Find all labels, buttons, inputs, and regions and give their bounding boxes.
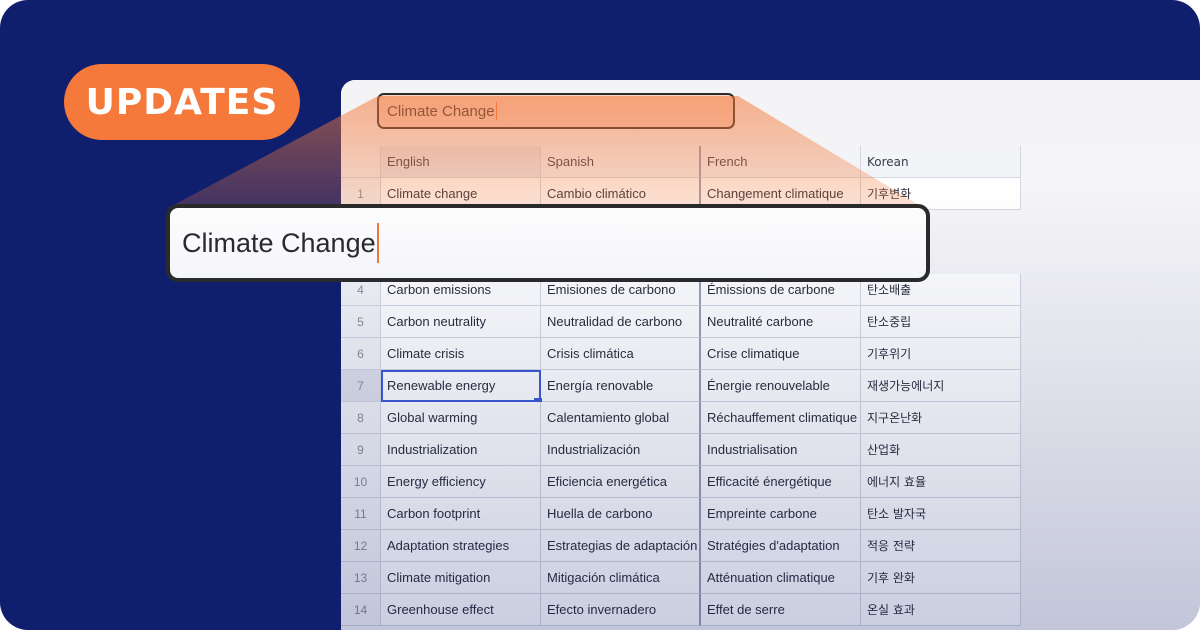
cell-korean[interactable]: 재생가능에너지 [861,370,1021,402]
cell-english[interactable]: Carbon footprint [381,498,541,530]
corner-cell[interactable] [341,146,381,178]
row-number-cell[interactable]: 9 [341,434,381,466]
column-header-korean[interactable]: Korean [861,146,1021,178]
row-number-cell[interactable]: 5 [341,306,381,338]
column-header-spanish[interactable]: Spanish [541,146,701,178]
cell-korean[interactable]: 지구온난화 [861,402,1021,434]
cell-spanish[interactable]: Eficiencia energética [541,466,701,498]
cell-korean[interactable]: 기후위기 [861,338,1021,370]
header-row: English Spanish French Korean [341,146,1021,178]
cell-french[interactable]: Industrialisation [701,434,861,466]
table-row: 10 Energy efficiency Eficiencia energética… [341,466,1021,498]
table-row: 5 Carbon neutrality Neutralidad de carbono… [341,306,1021,338]
spreadsheet-window: Climate Change English Spanish French Ko… [341,80,1200,630]
row-number-cell[interactable]: 7 [341,370,381,402]
table-row: 9 Industrialization Industrialización Indus… [341,434,1021,466]
cell-spanish[interactable]: Efecto invernadero [541,594,701,626]
search-input-value: Climate Change [387,102,495,120]
updates-badge: UPDATES [64,64,300,140]
cell-spanish[interactable]: Energía renovable [541,370,701,402]
toolbar: Climate Change [341,80,1200,146]
row-number-cell[interactable]: 13 [341,562,381,594]
cell-french[interactable]: Énergie renouvelable [701,370,861,402]
cell-korean[interactable]: 탄소중립 [861,306,1021,338]
banner-background: UPDATES Climate Change English Spanish F… [0,0,1200,630]
search-input[interactable]: Climate Change [377,93,735,129]
table-row: 12 Adaptation strategies Estrategias de ad… [341,530,1021,562]
cell-french[interactable]: Crise climatique [701,338,861,370]
cell-korean[interactable]: 기후 완화 [861,562,1021,594]
cell-english[interactable]: Carbon neutrality [381,306,541,338]
table-row: 14 Greenhouse effect Efecto invernadero Eff… [341,594,1021,626]
cell-french[interactable]: Réchauffement climatique [701,402,861,434]
table-row: 6 Climate crisis Crisis climática Crise cli… [341,338,1021,370]
row-number-cell[interactable]: 8 [341,402,381,434]
cell-french[interactable]: Effet de serre [701,594,861,626]
cell-spanish[interactable]: Crisis climática [541,338,701,370]
cell-korean[interactable]: 적응 전략 [861,530,1021,562]
cell-english[interactable]: Global warming [381,402,541,434]
cell-french[interactable]: Neutralité carbone [701,306,861,338]
cell-french[interactable]: Empreinte carbone [701,498,861,530]
table-row: 7 Renewable energy Energía renovable Énergi… [341,370,1021,406]
cell-korean[interactable]: 탄소 발자국 [861,498,1021,530]
cell-spanish[interactable]: Huella de carbono [541,498,701,530]
cell-english[interactable]: Greenhouse effect [381,594,541,626]
cell-spanish[interactable]: Neutralidad de carbono [541,306,701,338]
cell-spanish[interactable]: Estrategias de adaptación [541,530,701,562]
cell-french[interactable]: Atténuation climatique [701,562,861,594]
cell-korean[interactable]: 산업화 [861,434,1021,466]
zoomed-search-input[interactable]: Climate Change [166,204,930,282]
cell-spanish[interactable]: Mitigación climática [541,562,701,594]
cell-english[interactable]: Industrialization [381,434,541,466]
cell-english[interactable]: Climate crisis [381,338,541,370]
text-caret [495,102,497,120]
cell-english[interactable]: Climate mitigation [381,562,541,594]
table-row: 8 Global warming Calentamiento global Récha… [341,402,1021,434]
cell-korean[interactable]: 온실 효과 [861,594,1021,626]
cell-spanish[interactable]: Calentamiento global [541,402,701,434]
row-number-cell[interactable]: 12 [341,530,381,562]
table-row: 11 Carbon footprint Huella de carbono Empre… [341,498,1021,530]
zoomed-text-caret [376,223,379,263]
row-number-cell[interactable]: 11 [341,498,381,530]
row-number-cell[interactable]: 14 [341,594,381,626]
row-number-cell[interactable]: 10 [341,466,381,498]
cell-spanish[interactable]: Industrialización [541,434,701,466]
table-row: 13 Climate mitigation Mitigación climática… [341,562,1021,594]
row-number-cell[interactable]: 6 [341,338,381,370]
zoomed-search-value: Climate Change [182,227,376,258]
cell-french[interactable]: Efficacité énergétique [701,466,861,498]
cell-english[interactable]: Energy efficiency [381,466,541,498]
cell-french[interactable]: Stratégies d'adaptation [701,530,861,562]
cell-korean[interactable]: 에너지 효율 [861,466,1021,498]
cell-english[interactable]: Adaptation strategies [381,530,541,562]
cell-english[interactable]: Renewable energy [381,370,541,402]
column-header-french[interactable]: French [701,146,861,178]
column-header-english[interactable]: English [381,146,541,178]
